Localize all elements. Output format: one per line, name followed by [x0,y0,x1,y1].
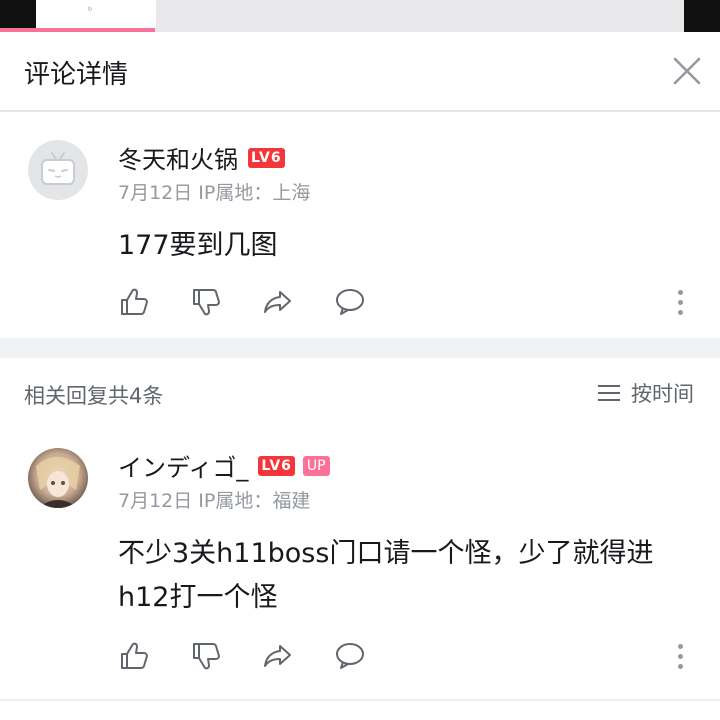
video-thumbnail [36,0,156,28]
more-options-icon[interactable] [676,290,684,318]
share-icon[interactable] [262,640,294,672]
level-badge: LV6 [258,455,295,476]
reply-count: 相关回复共4条 [24,384,164,408]
share-icon[interactable] [262,286,294,318]
bottom-divider [0,699,720,701]
like-icon[interactable] [118,286,150,318]
thumbnail-mark-icon: ᵇ [88,6,93,17]
comment-actions [118,640,406,672]
username[interactable]: インディゴ_ [118,448,248,483]
username-row: 冬天和火锅 LV6 [118,140,285,175]
sort-by-time-button[interactable]: 按时间 [597,378,694,408]
dislike-icon[interactable] [190,286,222,318]
main-comment: 冬天和火锅 LV6 7月12日 IP属地：上海 177要到几图 [0,112,720,338]
sort-list-icon [598,385,620,401]
username[interactable]: 冬天和火锅 [118,140,238,175]
level-badge: LV6 [248,147,285,168]
username-row: インディゴ_ LV6 UP [118,448,330,483]
comment-actions [118,286,406,318]
page-title: 评论详情 [24,60,129,90]
more-options-icon[interactable] [676,644,684,672]
comment-meta: 7月12日 IP属地：上海 [118,182,311,204]
comment-content: 177要到几图 [118,230,278,261]
avatar[interactable] [28,448,88,508]
comment-content: 不少3关h11boss门口请一个怪，少了就得进h12打一个怪 [118,538,654,613]
close-icon[interactable] [670,54,704,88]
reply-icon[interactable] [334,640,366,672]
like-icon[interactable] [118,640,150,672]
comment-detail-header: 评论详情 [0,32,720,112]
replies-header: 相关回复共4条 按时间 [0,358,720,428]
anime-avatar-icon [28,448,88,508]
avatar[interactable] [28,140,88,200]
section-divider [0,338,720,358]
up-badge: UP [302,455,330,476]
reply-comment: インディゴ_ LV6 UP 7月12日 IP属地：福建 不少3关h11boss门… [0,428,720,699]
strip-right-block [684,0,720,32]
default-tv-avatar-icon [28,140,88,200]
sort-label: 按时间 [631,382,694,406]
top-video-strip: ᵇ [0,0,720,32]
dislike-icon[interactable] [190,640,222,672]
reply-icon[interactable] [334,286,366,318]
comment-meta: 7月12日 IP属地：福建 [118,490,311,512]
